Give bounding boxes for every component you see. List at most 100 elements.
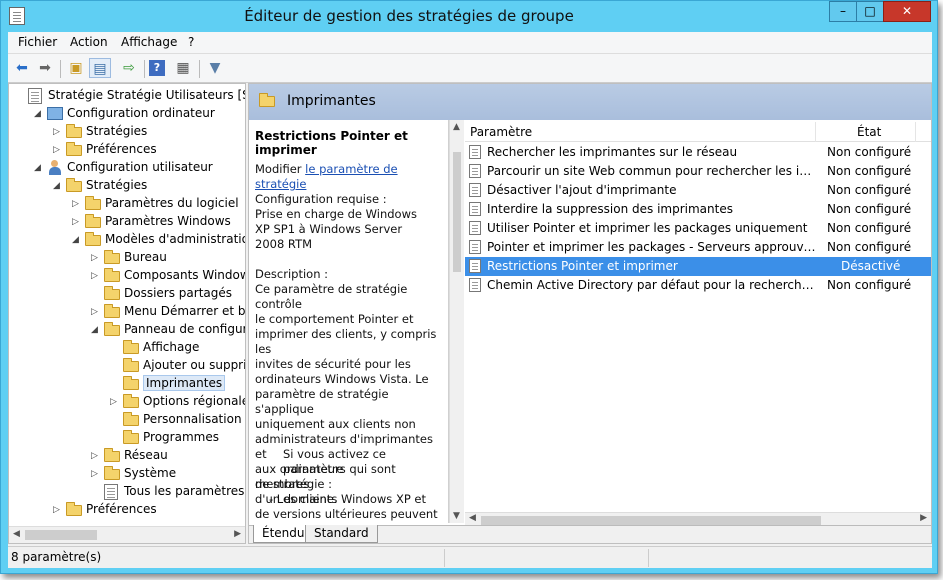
expand-arrow-icon[interactable]: ▷ [72,198,82,210]
scroll-right-icon[interactable]: ▶ [920,513,927,523]
list-item[interactable]: Rechercher les imprimantes sur le réseau… [465,143,931,162]
list-item[interactable]: Chemin Active Directory par défaut pour … [465,276,931,295]
properties-icon[interactable]: ▦ [172,58,194,78]
scroll-left-icon[interactable]: ◀ [469,513,476,523]
setting-icon [469,164,481,178]
expand-arrow-icon[interactable]: ▷ [53,126,63,138]
title-bar[interactable]: Éditeur de gestion des stratégies de gro… [1,1,937,32]
tree-item-label: Système [124,466,177,480]
tree-item-label: Stratégies [86,124,148,138]
tree-item-label: Ajouter ou supprime [143,358,246,372]
tree-horizontal-scrollbar[interactable]: ◀ ▶ [9,526,245,543]
tree-item-label: Programmes [143,430,219,444]
setting-state: Non configuré [827,221,912,235]
help-icon[interactable]: ? [149,60,165,76]
settings-list-header: Paramètre État [465,122,931,142]
tree-item-label: Préférences [86,142,157,156]
tree-item-label: Menu Démarrer et barre [124,304,246,318]
details-pane: Imprimantes Restrictions Pointer et impr… [248,83,932,544]
setting-icon [469,221,481,235]
list-item[interactable]: Restrictions Pointer et imprimer Désactiv… [465,257,931,276]
menu-action[interactable]: Action [70,35,108,49]
window-title: Éditeur de gestion des stratégies de gro… [244,7,574,25]
setting-state: Désactivé [841,259,901,273]
expand-arrow-icon[interactable]: ▷ [91,270,101,282]
tree-item-label: Paramètres du logiciel [105,196,239,210]
expand-arrow-icon[interactable]: ▷ [91,468,101,480]
expand-arrow-icon[interactable]: ▷ [53,144,63,156]
list-item[interactable]: Interdire la suppression des imprimantes… [465,200,931,219]
scroll-thumb[interactable] [25,530,97,540]
expand-arrow-icon[interactable]: ▷ [91,306,101,318]
expand-arrow-icon[interactable]: ▷ [91,252,101,264]
list-item[interactable]: Utiliser Pointer et imprimer les package… [465,219,931,238]
requirements-text: Prise en charge de Windows XP SP1 à Windo… [255,207,441,252]
description-line: Ce paramètre de stratégie contrôle [255,282,408,311]
scroll-left-icon[interactable]: ◀ [13,529,20,539]
expand-arrow-icon[interactable]: ▷ [110,396,120,408]
setting-icon [469,259,481,273]
setting-name: Utiliser Pointer et imprimer les package… [487,221,808,235]
setting-state: Non configuré [827,164,912,178]
expand-arrow-icon[interactable]: ▷ [72,216,82,228]
menu-fichier[interactable]: Fichier [18,35,57,49]
column-parametre[interactable]: Paramètre [470,125,532,139]
folder-icon [123,358,139,372]
list-item[interactable]: Désactiver l'ajout d'imprimante Non confi… [465,181,931,200]
user-icon [47,160,63,176]
scroll-down-icon[interactable]: ▼ [453,511,460,521]
collapse-arrow-icon[interactable]: ◢ [72,234,82,246]
maximize-button[interactable]: □ [856,1,884,22]
policy-document-icon [28,88,42,104]
menu-affichage[interactable]: Affichage [121,35,177,49]
tree-item-label: Panneau de configuratio [124,322,245,336]
tree-item-label: Configuration utilisateur [67,160,213,174]
collapse-arrow-icon[interactable]: ◢ [53,180,63,192]
folder-icon [66,142,82,156]
collapse-arrow-icon[interactable]: ◢ [34,108,44,120]
tree-item-label: Paramètres Windows [105,214,231,228]
back-icon[interactable]: ⬅ [11,58,33,78]
scroll-thumb[interactable] [453,152,461,272]
scroll-up-icon[interactable]: ▲ [453,122,460,132]
description-text-more: Si vous activez ce paramètre de stratégie… [255,447,441,523]
setting-state: Non configuré [827,183,912,197]
setting-name: Pointer et imprimer les packages - Serve… [487,240,817,254]
collapse-arrow-icon[interactable]: ◢ [91,324,101,336]
folder-icon [104,448,120,462]
status-count: 8 paramètre(s) [11,550,102,564]
setting-state: Non configuré [827,202,912,216]
show-tree-icon[interactable]: ▤ [89,58,111,78]
menu-help[interactable]: ? [188,35,194,49]
description-vertical-scrollbar[interactable]: ▲ ▼ [449,120,464,523]
description-line: de versions ultérieures peuvent [255,507,438,521]
description-line: paramètre de stratégie s'applique [255,387,389,416]
up-folder-icon[interactable]: ▣ [65,58,87,78]
navigation-tree[interactable]: Stratégie Stratégie Utilisateurs [SRV201… [8,83,246,544]
description-line: 2008 RTM [255,237,313,251]
setting-icon [469,145,481,159]
filter-icon[interactable]: ▼ [204,58,226,78]
folder-icon [259,93,275,107]
expand-arrow-icon[interactable]: ▷ [53,504,63,516]
column-separator[interactable] [915,122,916,142]
column-separator[interactable] [815,122,816,142]
folder-header: Imprimantes [249,84,931,120]
extended-description: Restrictions Pointer et imprimer Modifie… [249,120,449,523]
collapse-arrow-icon[interactable]: ◢ [34,162,44,174]
forward-icon[interactable]: ➡ [34,58,56,78]
list-item[interactable]: Pointer et imprimer les packages - Serve… [465,238,931,257]
close-button[interactable]: ✕ [883,1,931,22]
export-icon[interactable]: ⇨ [118,58,140,78]
list-item[interactable]: Parcourir un site Web commun pour recher… [465,162,931,181]
minimize-button[interactable]: – [829,1,857,22]
folder-icon [104,250,120,264]
scroll-thumb[interactable] [481,516,821,525]
scroll-right-icon[interactable]: ▶ [234,529,241,539]
column-etat[interactable]: État [857,125,881,139]
tab-standard[interactable]: Standard [305,525,378,543]
tree-item-label: Tous les paramètres [124,484,245,498]
expand-arrow-icon[interactable]: ▷ [91,450,101,462]
folder-icon [123,340,139,354]
tree-item-label: Personnalisation [143,412,242,426]
